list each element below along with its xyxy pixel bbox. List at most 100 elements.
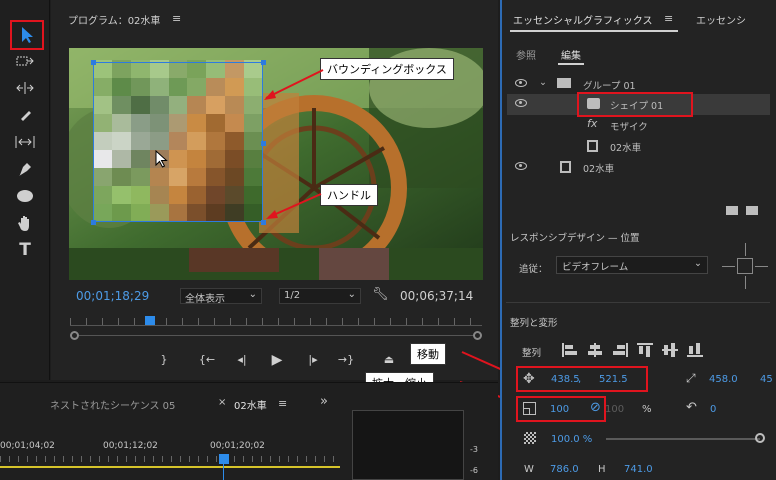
tab-essential-graphics-2[interactable]: エッセンシ	[696, 12, 746, 27]
align-bottom-icon[interactable]	[687, 343, 703, 357]
anchor-y[interactable]: 45	[760, 374, 773, 385]
mark-out-icon[interactable]: }	[155, 352, 173, 368]
tab-underline	[510, 30, 678, 32]
callout-bounding-box: バウンディングボックス	[320, 58, 454, 80]
chevron-down-icon[interactable]: ⌄	[539, 77, 547, 88]
handle-top-left[interactable]	[91, 60, 96, 65]
opacity-slider[interactable]	[606, 438, 760, 440]
playhead-line	[223, 464, 224, 480]
fx-icon: fx	[587, 117, 598, 130]
position-y[interactable]: 521.5	[599, 374, 628, 385]
step-forward-icon[interactable]: |▸	[304, 352, 322, 368]
wrench-icon[interactable]: 🔧︎	[372, 287, 389, 302]
align-right-icon[interactable]	[612, 343, 628, 357]
opacity-icon	[524, 432, 536, 444]
meter-value: -6	[470, 466, 478, 475]
tab-essential-graphics[interactable]: エッセンシャルグラフィックス	[513, 12, 653, 27]
rotation-value[interactable]: 0	[710, 404, 716, 415]
scale-value-2[interactable]: 100	[605, 404, 624, 415]
mouse-cursor-icon	[155, 149, 169, 171]
chevron-down-icon: ⌄	[248, 289, 257, 300]
align-label: 整列	[522, 348, 542, 359]
align-center-v-icon[interactable]	[662, 343, 678, 357]
new-layer-icon[interactable]	[746, 206, 758, 215]
razor-tool-icon[interactable]	[10, 104, 40, 126]
go-to-out-icon[interactable]: →}	[337, 352, 355, 368]
rotation-icon: ↶	[686, 400, 697, 415]
resolution-select[interactable]: 1/2 ⌄	[279, 288, 361, 304]
handle-mid-right[interactable]	[261, 141, 266, 146]
audio-meter	[352, 410, 464, 480]
scale-value[interactable]: 100	[550, 404, 569, 415]
subtab-underline	[558, 63, 584, 65]
playhead-timecode[interactable]: 00;01;18;29	[76, 289, 149, 303]
new-group-icon[interactable]	[726, 206, 738, 215]
eye-icon[interactable]	[515, 99, 527, 107]
handle-bottom-left[interactable]	[91, 220, 96, 225]
expand-panels-icon[interactable]: »	[320, 394, 328, 409]
eye-icon[interactable]	[515, 162, 527, 170]
layer-mosaic[interactable]: fx モザイク	[507, 115, 770, 136]
callout-move: 移動	[410, 343, 446, 365]
anchor-icon: ⤢	[686, 371, 696, 385]
align-left-icon[interactable]	[562, 343, 578, 357]
panel-menu-icon[interactable]: ≡	[278, 397, 287, 410]
tab-nested-sequence[interactable]: ネストされたシーケンス 05	[50, 397, 175, 412]
handle-top-right[interactable]	[261, 60, 266, 65]
lift-icon[interactable]: ⏏	[380, 352, 398, 368]
opacity-value[interactable]: 100.0 %	[551, 434, 592, 445]
panel-menu-icon[interactable]: ≡	[664, 12, 673, 25]
pen-tool-icon[interactable]	[10, 158, 40, 180]
film-icon	[587, 140, 598, 152]
zoom-level-select[interactable]: 全体表示 ⌄	[180, 288, 262, 305]
bounding-box[interactable]	[93, 62, 263, 222]
playhead-marker[interactable]	[145, 316, 155, 325]
chevron-down-icon: ⌄	[347, 289, 356, 300]
callout-arrow-handle	[266, 193, 322, 219]
responsive-label: レスポンシブデザイン — 位置	[510, 233, 640, 244]
opacity-slider-knob[interactable]	[755, 433, 765, 443]
width-label: W	[524, 464, 534, 475]
scale-icon	[523, 402, 536, 415]
callout-arrow-bbox	[264, 69, 324, 100]
tab-close-icon[interactable]: ×	[218, 397, 226, 408]
position-x[interactable]: 438.5	[551, 374, 580, 385]
pin-widget[interactable]	[722, 243, 768, 289]
layer-02suisha[interactable]: 02水車	[507, 157, 770, 178]
anchor-x[interactable]: 458.0	[709, 374, 738, 385]
align-center-h-icon[interactable]	[587, 343, 603, 357]
step-back-icon[interactable]: ◂|	[233, 352, 251, 368]
slip-tool-icon[interactable]	[10, 131, 40, 153]
link-icon[interactable]: ⊘	[590, 400, 601, 415]
subtab-edit[interactable]: 編集	[561, 47, 581, 62]
follow-select[interactable]: ビデオフレーム ⌄	[556, 256, 708, 274]
scale-unit: %	[642, 404, 652, 415]
layer-02suisha-nested[interactable]: 02水車	[507, 136, 770, 157]
align-top-icon[interactable]	[637, 343, 653, 357]
hand-tool-icon[interactable]	[10, 212, 40, 234]
height-label: H	[598, 464, 606, 475]
zoom-bar[interactable]	[70, 330, 482, 340]
meter-value: -3	[470, 445, 478, 454]
height-value[interactable]: 741.0	[624, 464, 653, 475]
chevron-down-icon: ⌄	[694, 258, 702, 269]
eye-icon[interactable]	[515, 79, 527, 87]
subtab-browse[interactable]: 参照	[516, 47, 536, 62]
ripple-edit-tool-icon[interactable]	[10, 77, 40, 99]
panel-menu-icon[interactable]: ≡	[172, 12, 181, 25]
program-monitor-title[interactable]: プログラム：02水車	[68, 12, 160, 27]
type-tool-icon[interactable]: T	[10, 239, 40, 261]
ellipse-tool-icon[interactable]	[10, 185, 40, 207]
divider	[506, 302, 770, 303]
align-section-title: 整列と変形	[510, 318, 558, 329]
scrub-ruler[interactable]	[70, 318, 482, 326]
track-select-tool-icon[interactable]	[10, 50, 40, 72]
timeline-playhead[interactable]	[219, 454, 229, 464]
shape-01-highlight	[577, 92, 693, 117]
tab-02suisha[interactable]: 02水車	[234, 397, 267, 412]
selection-tool-icon[interactable]	[12, 24, 42, 46]
go-to-in-icon[interactable]: {←	[198, 352, 216, 368]
timeline-ruler[interactable]: 00;01;04;02 00;01;12;02 00;01;20;02	[0, 438, 340, 468]
width-value[interactable]: 786.0	[550, 464, 579, 475]
play-icon[interactable]: ▶	[268, 352, 286, 368]
